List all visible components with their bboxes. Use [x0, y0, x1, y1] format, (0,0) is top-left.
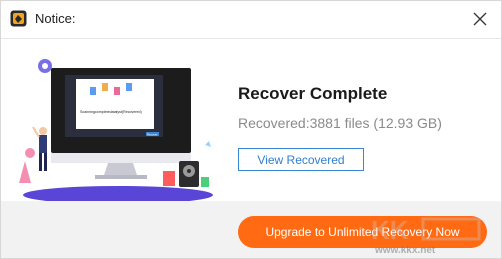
view-recovered-button[interactable]: View Recovered — [238, 148, 364, 171]
window-title: Notice: — [35, 11, 76, 26]
notice-dialog: Notice: Scanningcompletedatalyst(Recover… — [0, 0, 502, 259]
hard-drive-icon — [179, 161, 199, 187]
app-logo-icon — [10, 10, 27, 27]
completion-heading: Recover Complete — [238, 84, 388, 103]
recovered-stats: Recovered:3881 files (12.93 GB) — [238, 115, 442, 131]
close-button[interactable] — [465, 5, 495, 33]
recovery-illustration: Scanningcompletedatalyst(Recovered) Reco… — [19, 59, 213, 203]
file-icon — [90, 87, 96, 95]
screen-caption: Scanningcompletedatalyst(Recovered) — [80, 110, 142, 114]
upgrade-button[interactable]: Upgrade to Unlimited Recovery Now — [238, 216, 487, 248]
title-bar: Notice: — [1, 1, 501, 39]
screen-button-label: Recover — [147, 132, 157, 136]
content-area: Scanningcompletedatalyst(Recovered) Reco… — [1, 39, 501, 203]
watermark-text: www.kkx.net — [375, 245, 436, 256]
gear-icon — [38, 59, 52, 73]
close-icon — [473, 12, 487, 26]
